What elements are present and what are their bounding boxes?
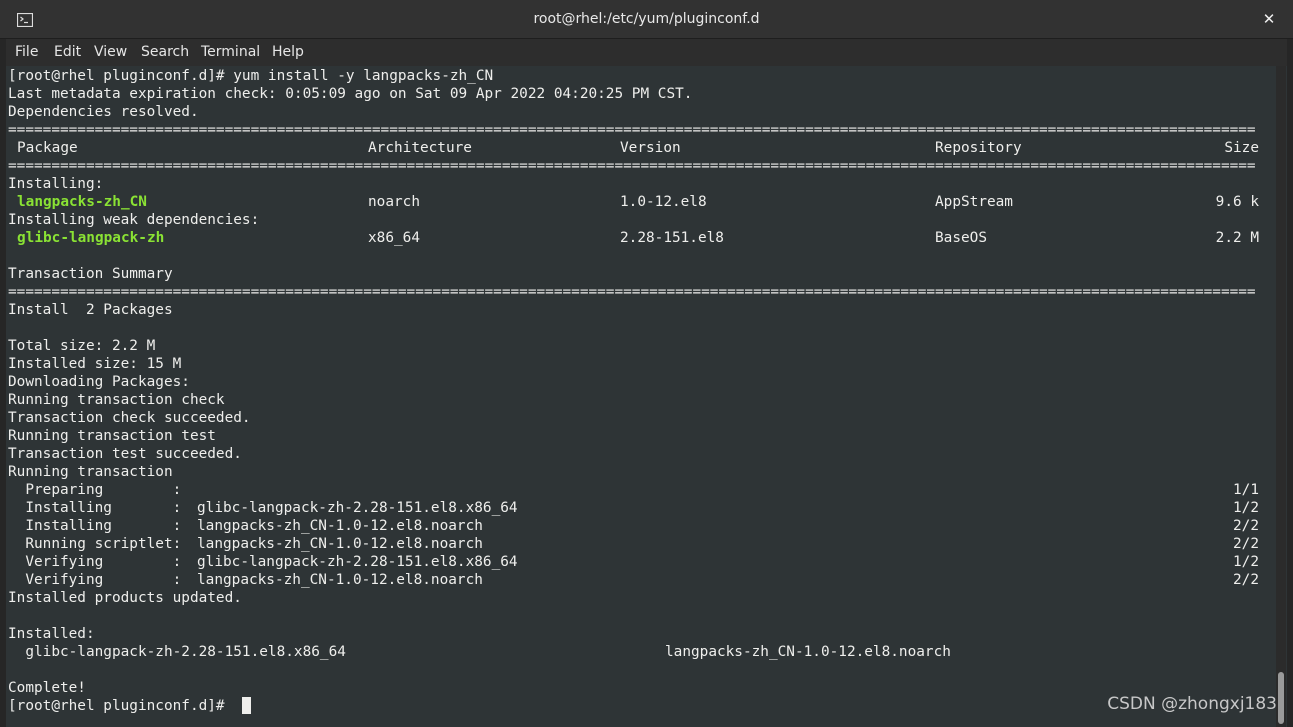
install-count-line: Install 2 Packages — [8, 302, 173, 318]
header-repository: Repository — [935, 140, 1022, 156]
package-size: 2.2 M — [1215, 230, 1259, 246]
menu-terminal[interactable]: Terminal — [201, 39, 260, 66]
close-icon: ✕ — [1262, 10, 1276, 28]
shell-prompt: [root@rhel pluginconf.d]# — [8, 698, 234, 714]
complete-line: Complete! — [8, 680, 86, 696]
check-ok-line: Transaction check succeeded. — [8, 410, 251, 426]
terminal-window: root@rhel:/etc/yum/pluginconf.d ✕ File E… — [0, 0, 1293, 727]
step-label: Verifying : — [8, 572, 182, 588]
watermark-text: CSDN @zhongxj183 — [1107, 694, 1277, 714]
installed-package-left: glibc-langpack-zh-2.28-151.el8.x86_64 — [8, 644, 346, 660]
package-repo: BaseOS — [935, 230, 987, 246]
package-name: langpacks-zh_CN — [17, 194, 147, 210]
step-count: 1/2 — [1233, 554, 1259, 570]
deps-resolved-line: Dependencies resolved. — [8, 104, 199, 120]
weak-deps-label: Installing weak dependencies: — [8, 212, 260, 228]
test-ok-line: Transaction test succeeded. — [8, 446, 242, 462]
step-detail: glibc-langpack-zh-2.28-151.el8.x86_64 — [197, 500, 518, 516]
menu-search[interactable]: Search — [141, 39, 189, 66]
run-transaction-line: Running transaction — [8, 464, 173, 480]
step-label: Verifying : — [8, 554, 182, 570]
step-label: Installing : — [8, 500, 182, 516]
step-label: Preparing : — [8, 482, 182, 498]
installed-label: Installed: — [8, 626, 95, 642]
run-check-line: Running transaction check — [8, 392, 225, 408]
menu-view[interactable]: View — [94, 39, 127, 66]
header-version: Version — [620, 140, 681, 156]
header-architecture: Architecture — [368, 140, 472, 156]
vertical-scrollbar[interactable] — [1276, 66, 1286, 727]
installing-label: Installing: — [8, 176, 104, 192]
separator-line: ========================================… — [8, 122, 1256, 138]
products-updated-line: Installed products updated. — [8, 590, 242, 606]
package-arch: x86_64 — [368, 230, 420, 246]
step-detail: langpacks-zh_CN-1.0-12.el8.noarch — [197, 572, 483, 588]
metadata-line: Last metadata expiration check: 0:05:09 … — [8, 86, 693, 102]
summary-label: Transaction Summary — [8, 266, 173, 282]
package-arch: noarch — [368, 194, 420, 210]
header-package: Package — [17, 140, 78, 156]
command-line: [root@rhel pluginconf.d]# yum install -y… — [8, 68, 494, 84]
separator-line: ========================================… — [8, 284, 1256, 300]
package-size: 9.6 k — [1215, 194, 1259, 210]
step-label: Running scriptlet: — [8, 536, 182, 552]
step-detail: langpacks-zh_CN-1.0-12.el8.noarch — [197, 518, 483, 534]
package-version: 1.0-12.el8 — [620, 194, 707, 210]
step-label: Installing : — [8, 518, 182, 534]
package-name: glibc-langpack-zh — [17, 230, 165, 246]
terminal-output[interactable]: [root@rhel pluginconf.d]# yum install -y… — [6, 66, 1276, 727]
step-count: 1/1 — [1233, 482, 1259, 498]
package-version: 2.28-151.el8 — [620, 230, 724, 246]
window-title: root@rhel:/etc/yum/pluginconf.d — [533, 11, 760, 27]
installed-size-line: Installed size: 15 M — [8, 356, 182, 372]
step-detail: glibc-langpack-zh-2.28-151.el8.x86_64 — [197, 554, 518, 570]
installed-package-right: langpacks-zh_CN-1.0-12.el8.noarch — [665, 644, 951, 660]
step-count: 2/2 — [1233, 536, 1259, 552]
run-test-line: Running transaction test — [8, 428, 216, 444]
step-detail: langpacks-zh_CN-1.0-12.el8.noarch — [197, 536, 483, 552]
step-count: 2/2 — [1233, 518, 1259, 534]
scrollbar-thumb[interactable] — [1278, 672, 1284, 724]
package-repo: AppStream — [935, 194, 1013, 210]
title-bar[interactable]: root@rhel:/etc/yum/pluginconf.d ✕ — [0, 0, 1293, 39]
window-border-right — [1287, 39, 1293, 727]
step-count: 2/2 — [1233, 572, 1259, 588]
downloading-line: Downloading Packages: — [8, 374, 190, 390]
text-cursor — [242, 697, 251, 714]
menu-help[interactable]: Help — [272, 39, 304, 66]
menu-bar: File Edit View Search Terminal Help — [0, 39, 1293, 66]
header-size: Size — [1224, 140, 1259, 156]
menu-edit[interactable]: Edit — [54, 39, 81, 66]
total-size-line: Total size: 2.2 M — [8, 338, 156, 354]
separator-line: ========================================… — [8, 158, 1256, 174]
close-button[interactable]: ✕ — [1259, 9, 1279, 29]
menu-file[interactable]: File — [15, 39, 38, 66]
step-count: 1/2 — [1233, 500, 1259, 516]
